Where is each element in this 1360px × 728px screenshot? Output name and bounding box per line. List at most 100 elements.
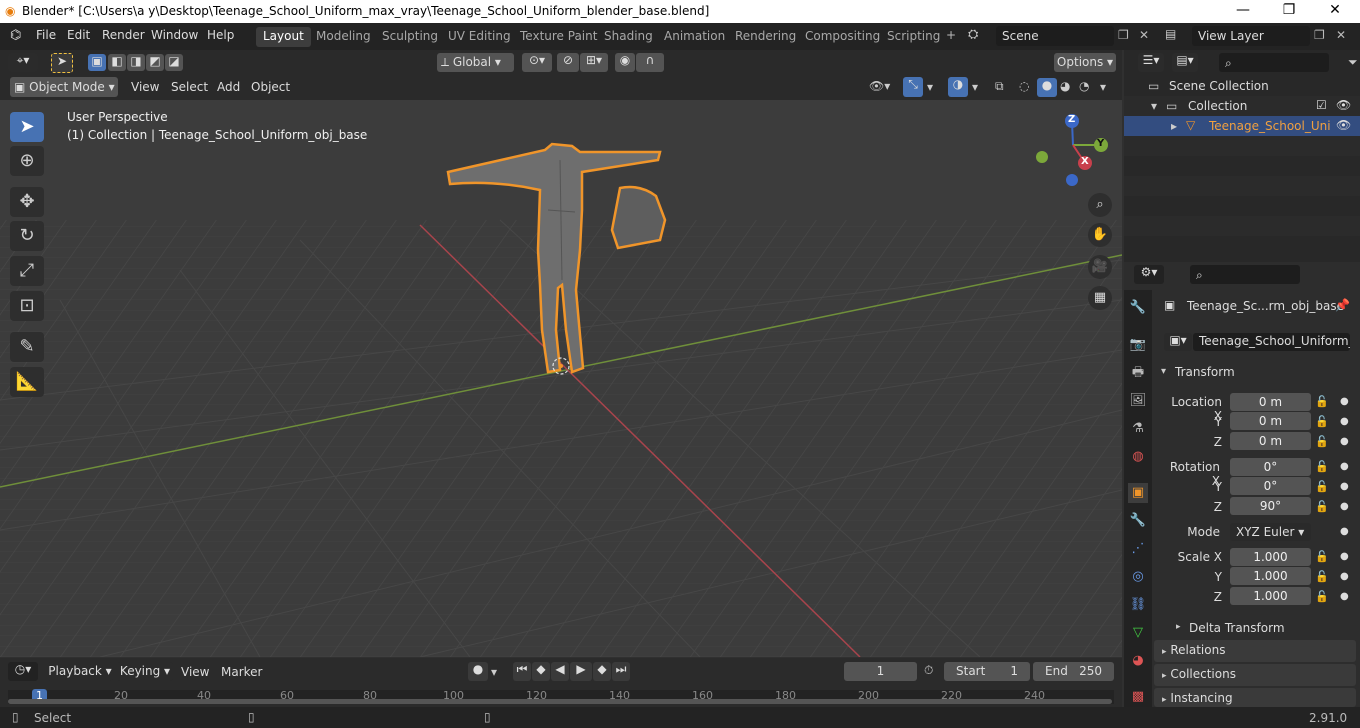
object-eye-icon[interactable]: 👁 bbox=[1336, 118, 1351, 132]
move-tool-icon[interactable]: ✥ bbox=[10, 187, 44, 217]
keyframe-dot-icon[interactable]: ● bbox=[1340, 571, 1349, 582]
shading-material-icon[interactable]: ◕ bbox=[1060, 79, 1070, 93]
mode-dropdown[interactable]: ▣ Object Mode ▾ bbox=[10, 77, 118, 97]
new-scene-icon[interactable]: ❐ bbox=[1118, 28, 1129, 42]
auto-keying-toggle-icon[interactable]: ● bbox=[468, 662, 488, 681]
delta-transform-arrow-icon[interactable]: ▸ bbox=[1176, 622, 1181, 632]
location-x-field[interactable]: 0 m bbox=[1230, 393, 1311, 411]
transform-panel-arrow-icon[interactable]: ▾ bbox=[1161, 366, 1166, 377]
close-button[interactable]: ✕ bbox=[1324, 2, 1346, 20]
select-mode-invert-icon[interactable]: ◩ bbox=[146, 54, 164, 71]
pivot-point-dropdown[interactable]: ⊙▾ bbox=[522, 53, 552, 72]
keyframe-dot-icon[interactable]: ● bbox=[1340, 461, 1349, 472]
gizmo-toggle-icon[interactable]: ⤡ bbox=[903, 77, 923, 97]
tab-uv-editing[interactable]: UV Editing bbox=[441, 27, 518, 47]
menu-file[interactable]: File bbox=[36, 28, 56, 42]
measure-tool-icon[interactable]: 📐 bbox=[10, 367, 44, 397]
preview-range-icon[interactable]: ⏱ bbox=[924, 663, 933, 678]
select-tool-icon[interactable]: ➤ bbox=[51, 53, 73, 73]
tool-tab-icon[interactable]: 🔧 bbox=[1128, 298, 1148, 318]
keyframe-dot-icon[interactable]: ● bbox=[1340, 551, 1349, 562]
editor-type-icon[interactable]: ⌖▾ bbox=[8, 53, 38, 72]
blender-menu-icon[interactable]: ⌬ bbox=[10, 28, 21, 43]
keyframe-dot-icon[interactable]: ● bbox=[1340, 481, 1349, 492]
select-mode-extend-icon[interactable]: ◧ bbox=[108, 54, 126, 71]
snap-target-dropdown[interactable]: ⊞▾ bbox=[580, 53, 608, 72]
shading-wireframe-icon[interactable]: ◌ bbox=[1019, 79, 1029, 93]
zoom-icon[interactable]: ⌕ bbox=[1088, 193, 1112, 217]
keyframe-dot-icon[interactable]: ● bbox=[1340, 591, 1349, 602]
menu-window[interactable]: Window bbox=[151, 28, 198, 42]
view-layer-icon[interactable]: ▤ bbox=[1165, 27, 1176, 41]
proportional-edit-icon[interactable]: ◉ bbox=[615, 53, 635, 72]
transform-panel-label[interactable]: Transform bbox=[1175, 365, 1235, 379]
delta-transform-label[interactable]: Delta Transform bbox=[1189, 621, 1285, 635]
tab-compositing[interactable]: Compositing bbox=[798, 27, 887, 47]
tab-rendering[interactable]: Rendering bbox=[728, 27, 803, 47]
object-type-dropdown[interactable]: ▣▾ bbox=[1164, 333, 1192, 351]
transform-orientation-dropdown[interactable]: ⟂ Global ▾ bbox=[437, 53, 514, 72]
lock-icon[interactable]: 🔓 bbox=[1315, 415, 1329, 428]
texture-tab-icon[interactable]: ▩ bbox=[1128, 687, 1148, 707]
select-mode-intersect-icon[interactable]: ◪ bbox=[165, 54, 183, 71]
tab-scripting[interactable]: Scripting bbox=[880, 27, 947, 47]
tab-modeling[interactable]: Modeling bbox=[309, 27, 378, 47]
keyframe-dot-icon[interactable]: ● bbox=[1340, 526, 1349, 537]
prev-keyframe-icon[interactable]: ◆ bbox=[532, 662, 550, 681]
lock-icon[interactable]: 🔓 bbox=[1315, 480, 1329, 493]
keyframe-dot-icon[interactable]: ● bbox=[1340, 416, 1349, 427]
xray-toggle-icon[interactable]: ⧉ bbox=[995, 79, 1004, 94]
material-tab-icon[interactable]: ◕ bbox=[1128, 651, 1148, 671]
location-y-field[interactable]: 0 m bbox=[1230, 412, 1311, 430]
tab-shading[interactable]: Shading bbox=[597, 27, 660, 47]
lock-icon[interactable]: 🔓 bbox=[1315, 435, 1329, 448]
outliner-display-mode-icon[interactable]: ▤▾ bbox=[1172, 53, 1198, 72]
add-workspace-icon[interactable]: + bbox=[946, 28, 956, 42]
jump-start-icon[interactable]: ⏮ bbox=[513, 662, 531, 681]
scene-icon[interactable]: ⛭ bbox=[968, 27, 978, 42]
lock-icon[interactable]: 🔓 bbox=[1315, 590, 1329, 603]
scene-tab-icon[interactable]: ⚗ bbox=[1128, 419, 1148, 439]
menu-edit[interactable]: Edit bbox=[67, 28, 90, 42]
view-layer-field[interactable]: View Layer bbox=[1192, 26, 1310, 46]
remove-view-layer-icon[interactable]: ✕ bbox=[1336, 28, 1346, 42]
timeline-view-menu[interactable]: View bbox=[181, 665, 209, 679]
jump-end-icon[interactable]: ⏭ bbox=[612, 662, 630, 681]
auto-keying-dropdown-icon[interactable]: ▾ bbox=[491, 665, 497, 679]
scale-x-field[interactable]: 1.000 bbox=[1230, 548, 1311, 566]
properties-editor-type-icon[interactable]: ⚙▾ bbox=[1134, 265, 1164, 284]
timeline-editor-type-icon[interactable]: ◷▾ bbox=[8, 662, 38, 681]
remove-scene-icon[interactable]: ✕ bbox=[1139, 28, 1149, 42]
maximize-button[interactable]: ❐ bbox=[1278, 2, 1300, 20]
object-data-name-field[interactable]: Teenage_School_Uniform_o... bbox=[1193, 333, 1350, 351]
minimize-button[interactable]: — bbox=[1232, 2, 1254, 20]
new-view-layer-icon[interactable]: ❐ bbox=[1314, 28, 1325, 42]
outliner-filter-icon[interactable]: ⏷ bbox=[1348, 55, 1358, 70]
tab-texture-paint[interactable]: Texture Paint bbox=[513, 27, 604, 47]
instancing-panel[interactable]: ▸ Instancing bbox=[1154, 688, 1356, 707]
rotation-mode-dropdown[interactable]: XYZ Euler ▾ bbox=[1230, 523, 1311, 541]
camera-view-icon[interactable]: 🎥 bbox=[1088, 255, 1112, 279]
modifier-tab-icon[interactable]: 🔧 bbox=[1128, 511, 1148, 531]
collection-eye-icon[interactable]: 👁 bbox=[1336, 98, 1351, 112]
playback-menu[interactable]: Playback ▾ bbox=[47, 662, 113, 681]
scale-y-field[interactable]: 1.000 bbox=[1230, 567, 1311, 585]
lock-icon[interactable]: 🔓 bbox=[1315, 550, 1329, 563]
particles-tab-icon[interactable]: ⋰ bbox=[1128, 539, 1148, 559]
outliner-editor-type-icon[interactable]: ☰▾ bbox=[1138, 53, 1164, 72]
view-menu[interactable]: View bbox=[131, 80, 159, 94]
lock-icon[interactable]: 🔓 bbox=[1315, 395, 1329, 408]
tab-sculpting[interactable]: Sculpting bbox=[375, 27, 445, 47]
gizmo-dropdown-icon[interactable]: ▾ bbox=[927, 80, 933, 94]
tab-layout[interactable]: Layout bbox=[256, 27, 311, 47]
location-z-field[interactable]: 0 m bbox=[1230, 432, 1311, 450]
outliner-scene-collection[interactable]: ▭ Scene Collection bbox=[1124, 76, 1360, 96]
collection-checkbox-icon[interactable]: ☑ bbox=[1316, 98, 1327, 112]
output-tab-icon[interactable]: 🖶 bbox=[1128, 363, 1148, 383]
pan-hand-icon[interactable]: ✋ bbox=[1088, 223, 1112, 247]
play-icon[interactable]: ▶ bbox=[570, 662, 592, 681]
scale-tool-icon[interactable]: ⤢ bbox=[10, 256, 44, 286]
proportional-falloff-icon[interactable]: ∩ bbox=[636, 53, 664, 72]
play-reverse-icon[interactable]: ◀ bbox=[551, 662, 569, 681]
lock-icon[interactable]: 🔓 bbox=[1315, 570, 1329, 583]
